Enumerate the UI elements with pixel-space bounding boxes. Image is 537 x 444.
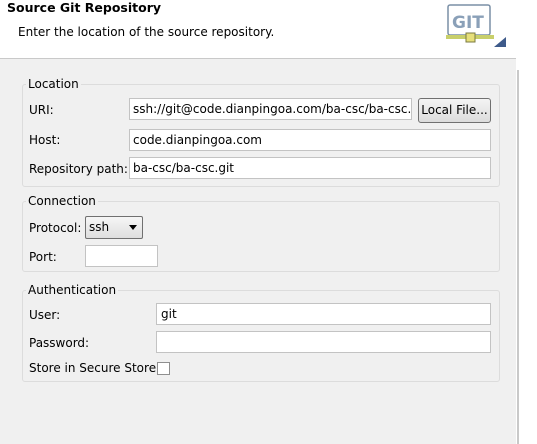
uri-label: URI: xyxy=(29,103,54,117)
protocol-select[interactable]: ssh xyxy=(85,216,143,239)
port-input[interactable] xyxy=(85,245,158,267)
repository-path-label: Repository path: xyxy=(29,162,128,176)
password-label: Password: xyxy=(29,336,90,350)
authentication-legend: Authentication xyxy=(28,283,117,297)
page-description: Enter the location of the source reposit… xyxy=(18,25,275,39)
port-label: Port: xyxy=(29,250,57,264)
location-legend: Location xyxy=(28,77,79,91)
local-file-button[interactable]: Local File... xyxy=(418,98,491,123)
connection-legend: Connection xyxy=(28,194,96,208)
repository-path-input[interactable]: ba-csc/ba-csc.git xyxy=(129,157,491,179)
wizard-header: Source Git Repository Enter the location… xyxy=(0,0,516,58)
host-input[interactable]: code.dianpingoa.com xyxy=(129,129,491,151)
right-edge xyxy=(516,0,537,444)
host-label: Host: xyxy=(29,133,61,147)
git-logo-icon: GIT xyxy=(446,4,506,47)
store-secure-checkbox[interactable] xyxy=(157,362,170,375)
right-scroll-edge xyxy=(517,70,519,444)
protocol-selected-value: ssh xyxy=(89,220,110,234)
password-input[interactable] xyxy=(156,331,491,353)
store-secure-label: Store in Secure Store xyxy=(29,361,157,375)
page-title: Source Git Repository xyxy=(7,0,162,15)
uri-input[interactable]: ssh://git@code.dianpingoa.com/ba-csc/ba-… xyxy=(129,98,412,120)
git-logo-text: GIT xyxy=(452,13,484,33)
user-label: User: xyxy=(29,308,61,322)
user-input[interactable]: git xyxy=(156,303,491,325)
chevron-down-icon xyxy=(129,225,137,230)
protocol-label: Protocol: xyxy=(29,221,82,235)
